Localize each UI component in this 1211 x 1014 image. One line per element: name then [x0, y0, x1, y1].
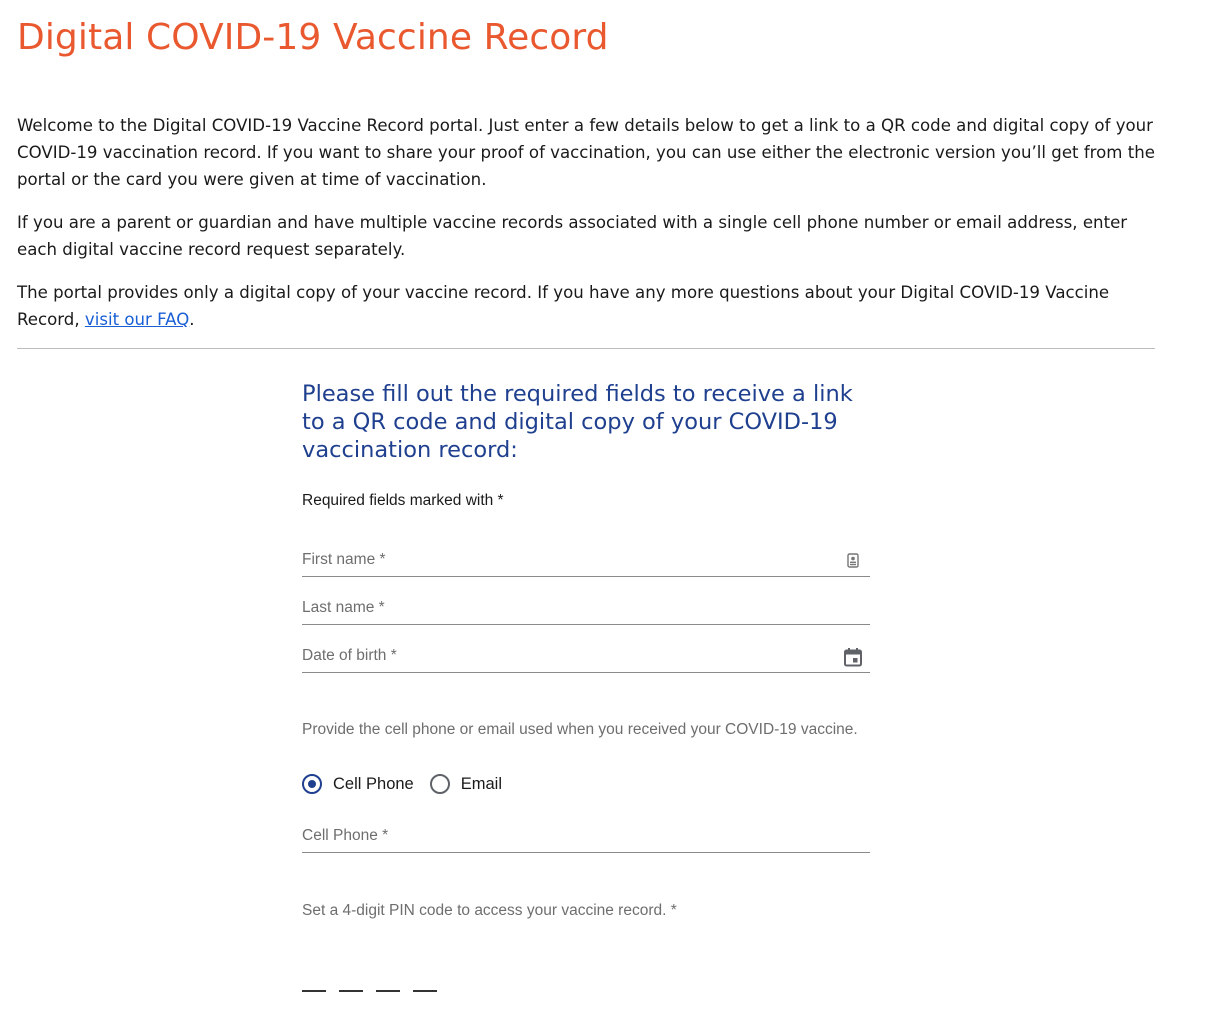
contact-card-icon[interactable]: [842, 550, 864, 572]
date-of-birth-label: Date of birth *: [302, 647, 397, 664]
first-name-field[interactable]: First name *: [302, 548, 870, 577]
contact-helper-text: Provide the cell phone or email used whe…: [302, 721, 858, 738]
intro-text: Welcome to the Digital COVID-19 Vaccine …: [17, 112, 1167, 349]
intro-paragraph-3: The portal provides only a digital copy …: [17, 279, 1167, 333]
radio-unchecked-icon[interactable]: [429, 774, 450, 794]
first-name-label: First name *: [302, 551, 386, 568]
email-radio-label[interactable]: Email: [461, 775, 502, 794]
required-fields-note: Required fields marked with *: [302, 492, 504, 509]
cell-phone-field[interactable]: Cell Phone *: [302, 824, 870, 853]
cell-phone-radio[interactable]: Cell Phone: [302, 774, 414, 794]
date-of-birth-field[interactable]: Date of birth *: [302, 644, 870, 673]
calendar-icon[interactable]: [842, 646, 864, 668]
contact-method-radio-group: Cell Phone Email: [302, 772, 518, 796]
pin-digit-4[interactable]: [413, 968, 437, 992]
section-divider: [17, 348, 1155, 349]
last-name-field[interactable]: Last name *: [302, 596, 870, 625]
pin-input-group: [302, 968, 450, 992]
pin-digit-2[interactable]: [339, 968, 363, 992]
last-name-label: Last name *: [302, 599, 385, 616]
radio-checked-icon[interactable]: [302, 774, 322, 794]
cell-phone-label: Cell Phone *: [302, 827, 389, 844]
intro-paragraph-3-end: .: [189, 310, 195, 329]
pin-digit-3[interactable]: [376, 968, 400, 992]
form-heading: Please fill out the required fields to r…: [302, 381, 853, 463]
email-radio[interactable]: Email: [429, 774, 502, 794]
intro-paragraph-1: Welcome to the Digital COVID-19 Vaccine …: [17, 116, 1155, 189]
intro-paragraph-2: If you are a parent or guardian and have…: [17, 213, 1128, 259]
pin-digit-1[interactable]: [302, 968, 326, 992]
cell-phone-radio-label[interactable]: Cell Phone: [333, 775, 414, 794]
pin-label: Set a 4-digit PIN code to access your va…: [302, 902, 677, 919]
page-title: Digital COVID-19 Vaccine Record: [17, 17, 609, 58]
faq-link[interactable]: visit our FAQ: [85, 310, 189, 329]
